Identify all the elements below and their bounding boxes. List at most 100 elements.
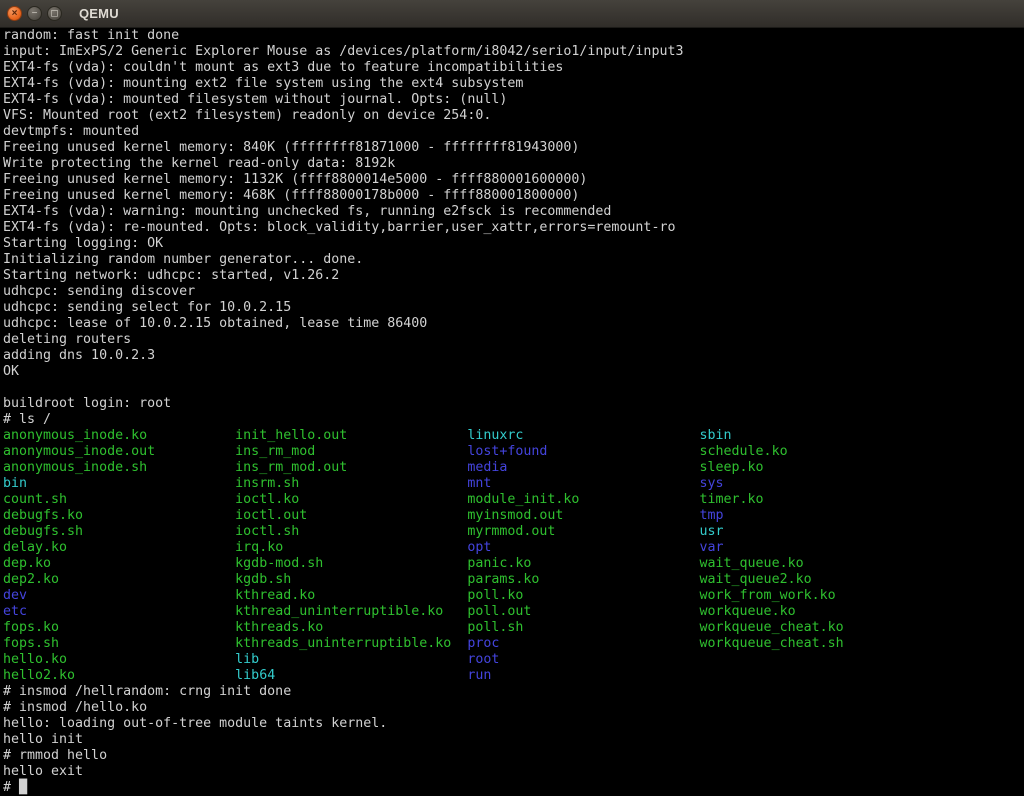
terminal-line: hello2.ko lib64 run: [3, 668, 1024, 684]
ls-entry: hello.ko: [3, 652, 235, 667]
ls-entry: lib64: [235, 668, 467, 683]
ls-entry: run: [467, 668, 699, 683]
terminal-text: random: fast init done: [3, 28, 179, 43]
ls-entry: delay.ko: [3, 540, 235, 555]
terminal-text: Write protecting the kernel read-only da…: [3, 156, 395, 171]
ls-entry: poll.sh: [467, 620, 699, 635]
ls-entry: tmp: [700, 508, 724, 523]
ls-entry: fops.sh: [3, 636, 235, 651]
terminal-line: Freeing unused kernel memory: 840K (ffff…: [3, 140, 1024, 156]
terminal-line: dep.ko kgdb-mod.sh panic.ko wait_queue.k…: [3, 556, 1024, 572]
terminal-line: hello init: [3, 732, 1024, 748]
ls-entry: myrmmod.out: [467, 524, 699, 539]
terminal-line: Write protecting the kernel read-only da…: [3, 156, 1024, 172]
ls-entry: bin: [3, 476, 235, 491]
terminal-text: Freeing unused kernel memory: 1132K (fff…: [3, 172, 587, 187]
terminal-text: EXT4-fs (vda): re-mounted. Opts: block_v…: [3, 220, 675, 235]
terminal-text: Initializing random number generator... …: [3, 252, 363, 267]
terminal-line: etc kthread_uninterruptible.ko poll.out …: [3, 604, 1024, 620]
minimize-icon: −: [32, 9, 38, 19]
ls-entry: wait_queue.ko: [700, 556, 804, 571]
ls-entry: anonymous_inode.out: [3, 444, 235, 459]
maximize-icon: ◻: [50, 9, 58, 19]
close-button[interactable]: ×: [7, 6, 22, 21]
ls-entry: kgdb-mod.sh: [235, 556, 467, 571]
terminal-text: EXT4-fs (vda): warning: mounting uncheck…: [3, 204, 611, 219]
maximize-button[interactable]: ◻: [47, 6, 62, 21]
ls-entry: opt: [467, 540, 699, 555]
ls-entry: anonymous_inode.sh: [3, 460, 235, 475]
ls-entry: mnt: [467, 476, 699, 491]
ls-entry: debugfs.sh: [3, 524, 235, 539]
ls-entry: dev: [3, 588, 235, 603]
window-titlebar[interactable]: × − ◻ QEMU: [0, 0, 1024, 28]
ls-entry: count.sh: [3, 492, 235, 507]
ls-entry: sys: [700, 476, 724, 491]
terminal-line: adding dns 10.0.2.3: [3, 348, 1024, 364]
terminal-text: OK: [3, 364, 19, 379]
ls-entry: dep2.ko: [3, 572, 235, 587]
ls-entry: poll.out: [467, 604, 699, 619]
terminal-line: devtmpfs: mounted: [3, 124, 1024, 140]
terminal-line: deleting routers: [3, 332, 1024, 348]
ls-entry: anonymous_inode.ko: [3, 428, 235, 443]
ls-entry: var: [700, 540, 724, 555]
ls-entry: fops.ko: [3, 620, 235, 635]
ls-entry: dep.ko: [3, 556, 235, 571]
ls-entry: timer.ko: [700, 492, 764, 507]
terminal-line: EXT4-fs (vda): mounted filesystem withou…: [3, 92, 1024, 108]
ls-entry: panic.ko: [467, 556, 699, 571]
window-title: QEMU: [79, 6, 119, 21]
terminal-line: fops.sh kthreads_uninterruptible.ko proc…: [3, 636, 1024, 652]
terminal-line: [3, 380, 1024, 396]
ls-entry: workqueue.ko: [700, 604, 796, 619]
terminal-line: EXT4-fs (vda): mounting ext2 file system…: [3, 76, 1024, 92]
ls-entry: ioctl.sh: [235, 524, 467, 539]
terminal-line: udhcpc: sending select for 10.0.2.15: [3, 300, 1024, 316]
ls-entry: lib: [235, 652, 467, 667]
ls-entry: debugfs.ko: [3, 508, 235, 523]
close-icon: ×: [12, 9, 18, 19]
terminal-text: # insmod /hello.ko: [3, 700, 147, 715]
terminal-text: devtmpfs: mounted: [3, 124, 139, 139]
terminal-line: hello.ko lib root: [3, 652, 1024, 668]
terminal-line: random: fast init done: [3, 28, 1024, 44]
terminal-line: delay.ko irq.ko opt var: [3, 540, 1024, 556]
ls-entry: myinsmod.out: [467, 508, 699, 523]
ls-entry: sleep.ko: [700, 460, 764, 475]
terminal-line: dev kthread.ko poll.ko work_from_work.ko: [3, 588, 1024, 604]
ls-entry: ioctl.ko: [235, 492, 467, 507]
terminal-text: input: ImExPS/2 Generic Explorer Mouse a…: [3, 44, 683, 59]
ls-entry: init_hello.out: [235, 428, 467, 443]
terminal-line: # rmmod hello: [3, 748, 1024, 764]
terminal-text: hello exit: [3, 764, 83, 779]
terminal-text: EXT4-fs (vda): mounted filesystem withou…: [3, 92, 507, 107]
terminal-line: debugfs.sh ioctl.sh myrmmod.out usr: [3, 524, 1024, 540]
ls-entry: irq.ko: [235, 540, 467, 555]
ls-entry: linuxrc: [467, 428, 699, 443]
terminal-text: # ls /: [3, 412, 51, 427]
ls-entry: poll.ko: [467, 588, 699, 603]
minimize-button[interactable]: −: [27, 6, 42, 21]
terminal-text: EXT4-fs (vda): mounting ext2 file system…: [3, 76, 523, 91]
terminal-text: VFS: Mounted root (ext2 filesystem) read…: [3, 108, 491, 123]
terminal-line: OK: [3, 364, 1024, 380]
terminal-line: hello exit: [3, 764, 1024, 780]
terminal-line: fops.ko kthreads.ko poll.sh workqueue_ch…: [3, 620, 1024, 636]
terminal-text: Freeing unused kernel memory: 468K (ffff…: [3, 188, 579, 203]
ls-entry: kthread.ko: [235, 588, 467, 603]
terminal-line: # █: [3, 780, 1024, 796]
terminal-text: Starting logging: OK: [3, 236, 163, 251]
terminal-cursor: █: [19, 780, 27, 795]
terminal-line: dep2.ko kgdb.sh params.ko wait_queue2.ko: [3, 572, 1024, 588]
terminal-line: input: ImExPS/2 Generic Explorer Mouse a…: [3, 44, 1024, 60]
terminal-text: udhcpc: sending discover: [3, 284, 195, 299]
terminal-line: EXT4-fs (vda): couldn't mount as ext3 du…: [3, 60, 1024, 76]
ls-entry: wait_queue2.ko: [700, 572, 812, 587]
terminal-screen[interactable]: random: fast init doneinput: ImExPS/2 Ge…: [0, 28, 1024, 796]
terminal-line: anonymous_inode.sh ins_rm_mod.out media …: [3, 460, 1024, 476]
terminal-line: EXT4-fs (vda): re-mounted. Opts: block_v…: [3, 220, 1024, 236]
terminal-line: count.sh ioctl.ko module_init.ko timer.k…: [3, 492, 1024, 508]
terminal-line: # ls /: [3, 412, 1024, 428]
terminal-line: anonymous_inode.out ins_rm_mod lost+foun…: [3, 444, 1024, 460]
